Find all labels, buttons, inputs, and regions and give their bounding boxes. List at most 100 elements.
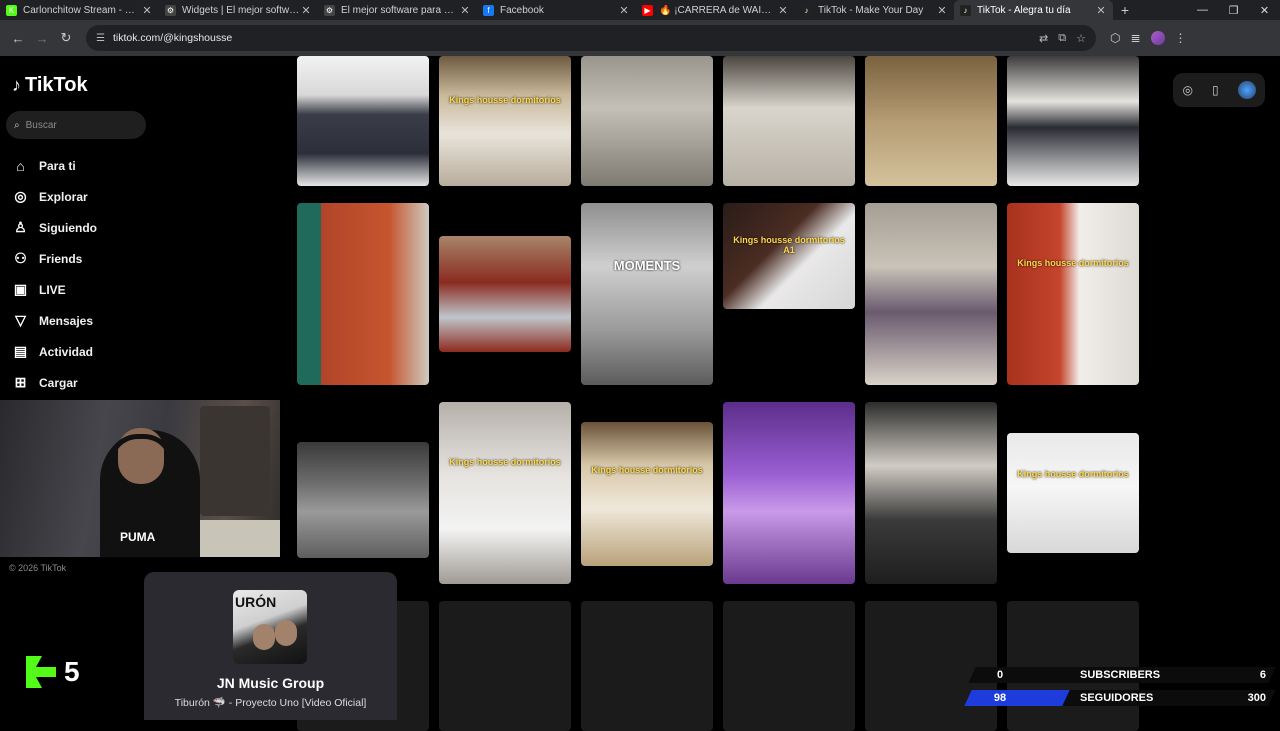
extensions-icon[interactable]: ⬡ <box>1110 31 1120 45</box>
url-text: tiktok.com/@kingshousse <box>112 32 233 44</box>
tab-favicon-icon: ⚙ <box>324 4 335 16</box>
floating-controls: ◎ ▯ <box>1173 73 1265 107</box>
tab-close-icon[interactable]: ✕ <box>777 4 789 17</box>
sidebar-item-siguiendo[interactable]: ♙ Siguiendo <box>12 212 97 243</box>
close-window-icon[interactable]: ✕ <box>1249 4 1280 17</box>
bookmark-star-icon[interactable]: ☆ <box>1076 32 1086 45</box>
browser-toolbar: ← → ↻ ☰ tiktok.com/@kingshousse ⇄ ⧉ ☆ ⬡ … <box>0 20 1280 56</box>
device-icon[interactable]: ▯ <box>1212 83 1219 97</box>
sidebar-item-cargar[interactable]: ⊞ Cargar <box>12 367 97 398</box>
logo-text: TikTok <box>25 74 88 96</box>
tab-close-icon[interactable]: ✕ <box>141 4 153 17</box>
browser-tab[interactable]: ⚙ Widgets | El mejor software pa✕ <box>159 0 318 20</box>
video-thumbnail[interactable]: MOMENTS <box>581 203 713 385</box>
video-thumbnail[interactable] <box>297 56 429 186</box>
search-input[interactable]: ⌕ Buscar <box>6 111 146 139</box>
tab-favicon-icon: K <box>6 4 17 16</box>
video-thumbnail[interactable] <box>581 56 713 186</box>
restore-icon[interactable]: ❐ <box>1218 4 1249 17</box>
browser-tab[interactable]: K Carlonchitow Stream - Watch Li✕ <box>0 0 159 20</box>
browser-tab-bar: KCarlonchitow Stream - Watch Li✕⚙Widgets… <box>0 0 1280 20</box>
sidebar-item-mensajes[interactable]: ▽ Mensajes <box>12 305 97 336</box>
sidebar-item-actividad[interactable]: ▤ Actividad <box>12 336 97 367</box>
goal-target: 300 <box>1247 692 1266 704</box>
tab-favicon-icon: ▶ <box>642 4 653 16</box>
browser-tab[interactable]: ♪ TikTok - Alegra tu día ✕ <box>954 0 1113 20</box>
artist-name: JN Music Group <box>216 675 325 691</box>
reading-list-icon[interactable]: ≣ <box>1130 31 1140 45</box>
tab-close-icon[interactable]: ✕ <box>1095 4 1107 17</box>
video-thumbnail[interactable] <box>723 56 855 186</box>
install-icon[interactable]: ⧉ <box>1058 32 1066 45</box>
reload-icon[interactable]: ↻ <box>54 30 78 46</box>
compass-icon[interactable]: ◎ <box>1182 83 1192 97</box>
compass-icon: ◎ <box>14 188 27 204</box>
video-caption: Kings housse dormitorios <box>1017 469 1129 479</box>
video-thumbnail[interactable]: Kings housse dormitorios <box>1007 433 1139 553</box>
tab-title: Carlonchitow Stream - Watch Li <box>23 4 141 16</box>
video-caption: Kings housse dormitorios <box>591 465 703 476</box>
upload-icon: ⊞ <box>14 374 27 390</box>
site-info-icon[interactable]: ☰ <box>96 33 105 44</box>
extensions-area: ⬡ ≣ ⋮ <box>1110 31 1187 45</box>
tab-title: Facebook <box>500 4 544 16</box>
profile-avatar[interactable] <box>1150 31 1165 45</box>
video-thumbnail[interactable] <box>865 203 997 385</box>
browser-tab[interactable]: ⚙ El mejor software para potenci✕ <box>318 0 477 20</box>
home-icon: ⌂ <box>16 157 25 174</box>
tab-favicon-icon: ♪ <box>801 4 812 16</box>
video-thumbnail[interactable]: Kings housse dormitorios <box>439 402 571 584</box>
tab-title: TikTok - Alegra tu día <box>977 4 1071 16</box>
tiktok-logo[interactable]: ♪ TikTok <box>12 74 88 97</box>
goal-current: 0 <box>996 669 1004 681</box>
video-thumbnail[interactable] <box>297 442 429 558</box>
video-thumbnail[interactable]: Kings housse dormitorios <box>1007 203 1139 385</box>
tab-close-icon[interactable]: ✕ <box>936 4 948 17</box>
sidebar-item-label: Explorar <box>39 189 88 204</box>
background-shelf <box>200 406 270 516</box>
menu-kebab-icon[interactable]: ⋮ <box>1175 31 1187 45</box>
address-bar[interactable]: ☰ tiktok.com/@kingshousse ⇄ ⧉ ☆ <box>86 25 1096 51</box>
sidebar-item-label: Friends <box>39 251 83 266</box>
sidebar-item-label: Mensajes <box>39 313 94 328</box>
tab-close-icon[interactable]: ✕ <box>459 4 471 17</box>
cover-text: URÓN <box>235 594 277 610</box>
tab-title: Widgets | El mejor software pa <box>182 4 300 16</box>
followers-goal: 98 SEGUIDORES 300 <box>960 689 1280 707</box>
sidebar-item-live[interactable]: ▣ LIVE <box>12 274 97 305</box>
minimize-icon[interactable]: — <box>1187 4 1218 17</box>
music-widget: URÓN JN Music Group Tiburón 🦈 - Proyecto… <box>144 572 397 720</box>
forward-icon[interactable]: → <box>30 31 54 46</box>
browser-tab[interactable]: ♪ TikTok - Make Your Day ✕ <box>795 0 954 20</box>
video-caption: Kings housse dormitorios <box>1017 257 1129 268</box>
new-tab-button[interactable]: + <box>1113 2 1137 18</box>
sidebar-item-para-ti[interactable]: ⌂ Para ti <box>12 150 97 181</box>
video-caption: Kings housse dormitorios <box>449 456 561 467</box>
video-thumbnail[interactable] <box>439 236 571 352</box>
video-thumbnail[interactable] <box>723 402 855 584</box>
video-thumbnail[interactable] <box>1007 56 1139 186</box>
video-thumbnail[interactable] <box>297 203 429 385</box>
browser-tab[interactable]: f Facebook ✕ <box>477 0 636 20</box>
goal-label: SUBSCRIBERS <box>1080 669 1161 681</box>
video-thumbnail[interactable] <box>865 402 997 584</box>
tab-close-icon[interactable]: ✕ <box>618 4 630 17</box>
video-thumbnail[interactable]: Kings housse dormitorios <box>439 56 571 186</box>
sidebar-item-explorar[interactable]: ◎ Explorar <box>12 181 97 212</box>
sidebar-item-label: LIVE <box>39 282 66 297</box>
album-cover: URÓN <box>233 590 307 664</box>
tab-favicon-icon: ⚙ <box>165 4 176 16</box>
friends-icon: ⚇ <box>14 250 27 266</box>
search-icon: ⌕ <box>14 119 20 131</box>
translate-icon[interactable]: ⇄ <box>1039 32 1048 45</box>
video-thumbnail[interactable]: Kings housse dormitorios <box>581 422 713 566</box>
tab-close-icon[interactable]: ✕ <box>300 4 312 17</box>
user-avatar[interactable] <box>1237 81 1256 99</box>
sidebar-item-friends[interactable]: ⚇ Friends <box>12 243 97 274</box>
activity-icon: ▤ <box>13 343 28 359</box>
video-thumbnail[interactable]: Kings housse dormitorios A1 <box>723 203 855 309</box>
browser-tab[interactable]: ▶ 🔥 ¡CARRERA de WAIFUS! 😄✕ <box>636 0 795 20</box>
video-thumbnail[interactable] <box>865 56 997 186</box>
back-icon[interactable]: ← <box>6 31 30 46</box>
sidebar-item-label: Cargar <box>39 375 78 390</box>
